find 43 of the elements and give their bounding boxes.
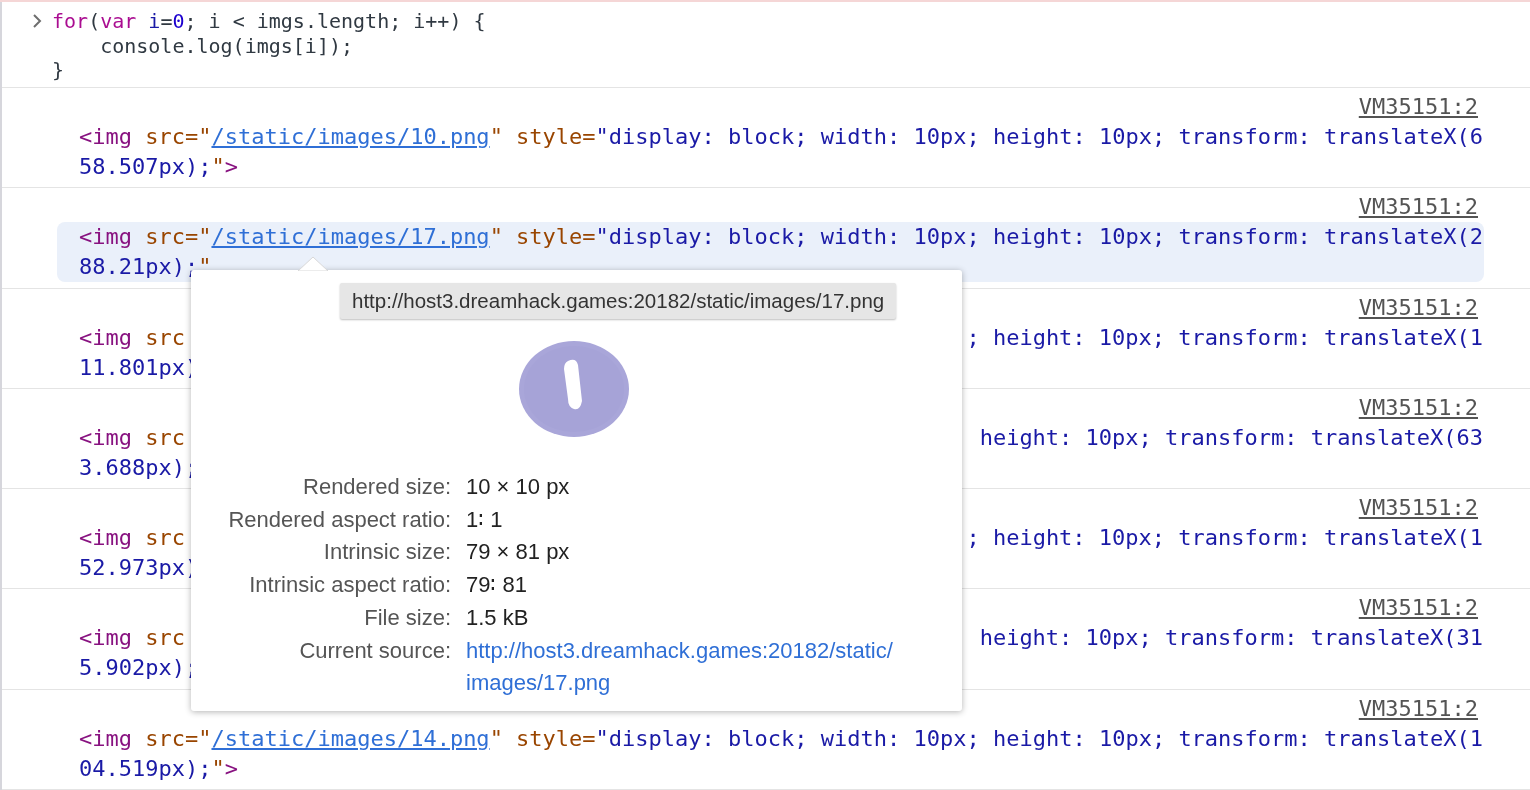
detail-value: 79 × 81 px bbox=[466, 538, 571, 567]
code-line: for(var i=0; i < imgs.length; i++) { bbox=[52, 9, 486, 34]
detail-value: 1.5 kB bbox=[466, 603, 530, 632]
detail-label: Intrinsic aspect ratio: bbox=[248, 571, 451, 600]
code-line: <img src="/static/images/10.png" style="display: block; width: 10px; height: 10px; transform: translateX(6 bbox=[79, 123, 1484, 151]
source-link[interactable]: VM35151:2 bbox=[1358, 493, 1478, 524]
source-link[interactable]: VM35151:2 bbox=[1358, 292, 1478, 323]
source-link[interactable]: VM35151:2 bbox=[1358, 92, 1478, 122]
detail-value: 79∶ 81 bbox=[466, 571, 529, 600]
code-line: 5.902px); bbox=[79, 654, 199, 683]
source-link[interactable]: VM35151:2 bbox=[1358, 693, 1478, 724]
link[interactable]: /static/images/14.png bbox=[211, 725, 490, 751]
source-link[interactable]: VM35151:2 bbox=[1358, 392, 1478, 423]
detail-label: File size: bbox=[363, 603, 451, 632]
code-line: 58.507px);"> bbox=[79, 153, 238, 181]
code-line: } bbox=[52, 58, 66, 83]
code-line: 88.21px);" bbox=[79, 253, 212, 282]
url-tooltip: http://host3.dreamhack.games:20182/static/images/17.png bbox=[340, 283, 897, 319]
detail-label: Current source: bbox=[298, 636, 451, 665]
code-line: <img src bbox=[79, 423, 185, 452]
code-line: 04.519px);"> bbox=[79, 754, 238, 783]
link[interactable]: /static/images/17.png bbox=[211, 224, 490, 250]
code-line: <img src bbox=[79, 624, 185, 653]
prompt-chevron-icon bbox=[32, 13, 42, 29]
code-line: 3.688px); bbox=[79, 453, 199, 482]
source-link[interactable]: VM35151:2 bbox=[1358, 192, 1478, 223]
source-link[interactable]: VM35151:2 bbox=[1358, 593, 1478, 624]
code-line: console.log(imgs[i]); bbox=[99, 33, 355, 58]
code-line: height: 10px; transform: translateX(63 bbox=[979, 423, 1483, 452]
detail-value: 10 × 10 px bbox=[466, 473, 571, 501]
detail-label: Rendered size: bbox=[302, 473, 451, 501]
code-line: <img src="/static/images/17.png" style="display: block; width: 10px; height: 10px; transform: translateX(2 bbox=[79, 223, 1484, 252]
code-line: height: 10px; transform: translateX(31 bbox=[979, 624, 1483, 653]
detail-label: Rendered aspect ratio: bbox=[227, 505, 451, 534]
code-line: <img src bbox=[79, 323, 185, 352]
code-line: <img src="/static/images/14.png" style="display: block; width: 10px; height: 10px; transform: translateX(1 bbox=[79, 724, 1484, 753]
code-line: ; height: 10px; transform: translateX(1 bbox=[966, 323, 1483, 352]
detail-label: Intrinsic size: bbox=[322, 538, 451, 567]
code-line: <img src bbox=[79, 524, 185, 553]
link[interactable]: /static/images/10.png bbox=[211, 124, 490, 149]
detail-value: 1∶ 1 bbox=[466, 505, 504, 534]
source-url-link[interactable]: http://host3.dreamhack.games:20182/static/images/17.png bbox=[466, 634, 951, 700]
code-line: ; height: 10px; transform: translateX(1 bbox=[966, 524, 1483, 553]
